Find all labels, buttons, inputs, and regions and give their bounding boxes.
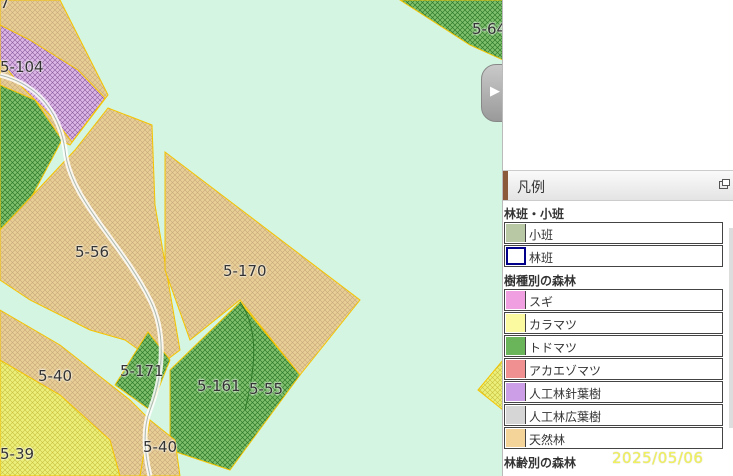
map-label-5-104: 5-104 [0,58,44,76]
popout-icon[interactable] [719,179,730,189]
legend-header: 凡例 [503,170,733,201]
legend-swatch [506,429,526,447]
legend-item-sugi: スギ [504,289,723,311]
legend-item-label: トドマツ [529,341,578,355]
legend-section-compartment: 林班・小班 [504,207,565,221]
legend-item-label: カラマツ [529,318,578,332]
legend-swatch [506,314,526,332]
legend-swatch [506,337,526,355]
legend-item-plantation-conifer: 人工林針葉樹 [504,381,723,403]
map-label-5-39: 5-39 [0,445,35,463]
legend-title: 凡例 [517,180,545,196]
legend-item-todomatsu: トドマツ [504,335,723,357]
map-label-5-40-top: 5-40 [38,367,73,385]
legend-item-plantation-broadleaf: 人工林広葉樹 [504,404,723,426]
map-label-5-170: 5-170 [223,262,267,280]
legend-item-shohan: 小班 [504,222,723,244]
legend-swatch [506,383,526,401]
legend-scrollbar[interactable] [729,228,733,428]
legend-item-karamatsu: カラマツ [504,312,723,334]
legend-item-label: スギ [529,295,554,309]
legend-item-akaezomatsu: アカエゾマツ [504,358,723,380]
map-label-5-40-bottom: 5-40 [143,438,178,456]
side-panel: 凡例 林班・小班 小班 林班 樹種別の森林 スギ カラマツ トドマツ アカエゾマ… [502,0,733,476]
map-label-5-55: 5-55 [249,380,284,398]
legend-section-age: 林齢別の森林 [504,456,577,470]
map-label-5-64: 5-64 [472,20,503,38]
legend-section-species: 樹種別の森林 [504,274,577,288]
legend-item-label: 林班 [529,251,554,265]
legend-item-rinpan: 林班 [504,245,723,267]
map-label-5-161: 5-161 [197,377,241,395]
legend-header-accent [503,171,508,200]
legend-swatch [506,291,526,309]
map-label-7-partial: 7 [0,0,10,12]
play-arrow-icon: ▶ [490,84,500,99]
legend-swatch [506,224,526,242]
legend-item-label: 人工林針葉樹 [529,387,602,401]
map-label-5-56: 5-56 [75,243,110,261]
legend-item-natural-forest: 天然林 [504,427,723,449]
legend-item-label: アカエゾマツ [529,364,602,378]
stand-polygon-right-yellow [477,359,503,411]
legend-swatch [506,406,526,424]
legend-swatch [506,247,526,265]
forest-map[interactable]: 5-104 5-56 5-170 5-40 5-171 5-161 5-55 5… [0,0,503,476]
map-label-5-171: 5-171 [120,362,164,380]
legend-swatch [506,360,526,378]
legend-item-label: 小班 [529,228,554,242]
date-stamp: 2025/05/06 [612,449,704,467]
legend-item-label: 人工林広葉樹 [529,410,602,424]
map-canvas [0,0,503,476]
legend-item-label: 天然林 [529,433,566,447]
